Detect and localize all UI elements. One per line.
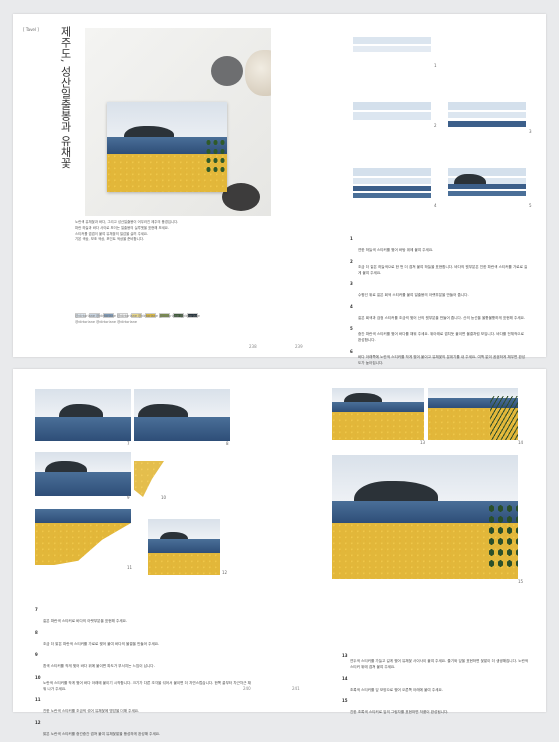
leaf-icon [487,503,518,569]
mountain [124,126,174,137]
step-item: 7짙은 파란색 스티커로 바다의 아랫부분을 표현해 주세요. [35,607,128,623]
step-figure-2 [353,94,431,128]
step-item: 4짙은 회색과 검정 스티커를 조금씩 찢어 산의 윗부분을 만들어 줍니다. … [350,303,526,320]
step-item: 14초록색 스티커를 잎 모양으로 찢어 오른쪽 아래에 붙여 주세요. [342,675,443,692]
steps-list: 7짙은 파란색 스티커로 바다의 아랫부분을 표현해 주세요. 8조금 더 밝은… [35,607,255,742]
steps-list: 13연두색 스티커를 가늘고 길게 찢어 유채꽃 사이사이 붙여 주세요. 줄기… [342,653,532,721]
top-spread: [ Tavel ] 제주도, 성산일출봉과 유채꽃 노란색 유채꽃과 바다, 그… [13,14,546,365]
page-title: 제주도, 성산일출봉과 유채꽃 [59,26,72,169]
step-figure-7 [35,389,131,441]
step-item: 13연두색 스티커를 가늘고 길게 찢어 유채꽃 사이사이 붙여 주세요. 줄기… [342,653,529,669]
page-239: 1 2 3 4 5 1연한 하늘색 스티커를 찢어 바탕 위에 붙여 주세요. … [280,14,546,365]
page-number: 240 [243,686,251,691]
step-item: 12밝은 노란색 스티커를 중간중간 겹쳐 붙여 유채꽃밭을 풍성하게 완성해 … [35,719,161,736]
step-figure-13 [332,388,424,440]
step-item: 5중간 파란색 스티커를 찢어 바다를 채워 주세요. 위아래로 겹치듯 붙이면… [350,326,524,342]
leaf-icon [205,138,225,174]
step-figure-15 [332,455,518,579]
step-item: 8조금 더 밝은 파란색 스티커를 가로로 찢어 붙여 바다의 물결을 만들어 … [35,629,160,646]
step-figure-12 [148,519,220,575]
steps-list: 1연한 하늘색 스티커를 찢어 바탕 위에 붙여 주세요. 2조금 더 짙은 하… [350,236,530,371]
artwork-card [107,102,227,192]
page-238: [ Tavel ] 제주도, 성산일출봉과 유채꽃 노란색 유채꽃과 바다, 그… [13,14,279,357]
step-item: 6바다 아래쪽에 노란색 스티커를 작게 찢어 붙이고 유채꽃의 분위기를 내 … [350,348,526,365]
step-figure-5 [448,164,526,208]
step-item: 10노란색 스티커를 작게 찢어 바다 아래에 붙이기 시작합니다. 크기가 다… [35,674,251,691]
page-number: 239 [295,344,303,349]
step-item: 11진한 노란색 스티커를 조금씩 섞어 유채꽃에 명암을 더해 주세요. [35,697,140,713]
intro-text: 노란색 유채꽃과 바다, 그리고 성산일출봉이 어우러진 제주의 풍경입니다. … [75,220,179,242]
step-item: 3수평선 위로 짙은 회색 스티커를 붙여 일출봉의 아랫부분을 만들어 줍니다… [350,281,469,297]
page-number: 238 [249,344,257,349]
step-item: 1연한 하늘색 스티커를 찢어 바탕 위에 붙여 주세요. [350,236,434,252]
section-tag: [ Tavel ] [23,27,39,32]
page-240: 7 8 9 10 11 12 7짙은 파란색 스티커로 바다의 아랫부분을 표현… [13,369,279,736]
credits: @dirtorlane @dirtorlane @dirtorlane @dir… [75,314,200,324]
bottom-spread: 7 8 9 10 11 12 7짙은 파란색 스티커로 바다의 아랫부분을 표현… [13,369,546,736]
mountain [454,174,486,184]
step-figure-10 [134,461,164,497]
step-figure-11 [35,509,131,565]
page-241: 13 14 15 13연두색 스티커를 가늘고 길게 찢어 유채꽃 사이사이 붙… [280,369,546,714]
step-figure-14 [428,388,518,440]
step-figure-4 [353,164,431,208]
grass-icon [490,396,518,440]
stone [222,183,260,211]
step-figure-1 [353,34,431,68]
hero-photo [85,28,271,216]
step-item: 2조금 더 짙은 하늘색으로 한 번 더 겹쳐 붙여 하늘을 표현합니다. 바다… [350,258,528,275]
step-item: 15진한 초록색 스티커로 잎의 그림자를 표현하면 작품이 완성됩니다. [342,698,449,714]
stone [211,56,243,86]
step-figure-9 [35,452,131,496]
step-figure-8 [134,389,230,441]
shell [245,50,271,96]
step-item: 9흰색 스티커를 작게 찢어 바다 위에 붙이면 파도가 부서지는 느낌이 납니… [35,652,155,668]
step-figure-3 [448,94,526,134]
page-number: 241 [292,686,300,691]
